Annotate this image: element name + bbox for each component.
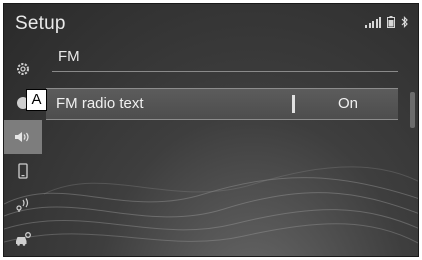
bluetooth-icon	[401, 16, 408, 28]
scrollbar[interactable]	[409, 64, 416, 224]
section-title-fm: FM	[58, 48, 80, 65]
sidebar-item-vehicle[interactable]	[4, 222, 42, 256]
scrollbar-thumb[interactable]	[410, 92, 415, 128]
sidebar-item-audio[interactable]	[4, 120, 42, 154]
status-bar	[365, 16, 408, 28]
phone-icon	[18, 163, 28, 179]
page-title: Setup	[15, 13, 66, 34]
gear-icon	[17, 63, 29, 75]
sidebar-item-phone[interactable]	[4, 154, 42, 188]
car-settings-icon	[16, 232, 31, 246]
annotation-callout: A	[26, 89, 47, 111]
signal-bars-icon	[365, 17, 381, 28]
setup-screen: Setup FM FM radio text On	[3, 3, 419, 257]
fm-radio-text-row[interactable]: FM radio text On	[46, 88, 398, 120]
section-divider	[52, 71, 398, 72]
background-waves	[4, 166, 418, 244]
row-value-divider	[292, 95, 295, 113]
battery-icon	[387, 16, 395, 28]
speaker-icon	[15, 132, 29, 142]
row-label: FM radio text	[56, 95, 144, 112]
sidebar	[4, 48, 42, 256]
sidebar-item-voice[interactable]	[4, 188, 42, 222]
voice-icon	[16, 198, 29, 212]
sidebar-item-general[interactable]	[4, 52, 42, 86]
row-value-toggle: On	[338, 95, 359, 112]
